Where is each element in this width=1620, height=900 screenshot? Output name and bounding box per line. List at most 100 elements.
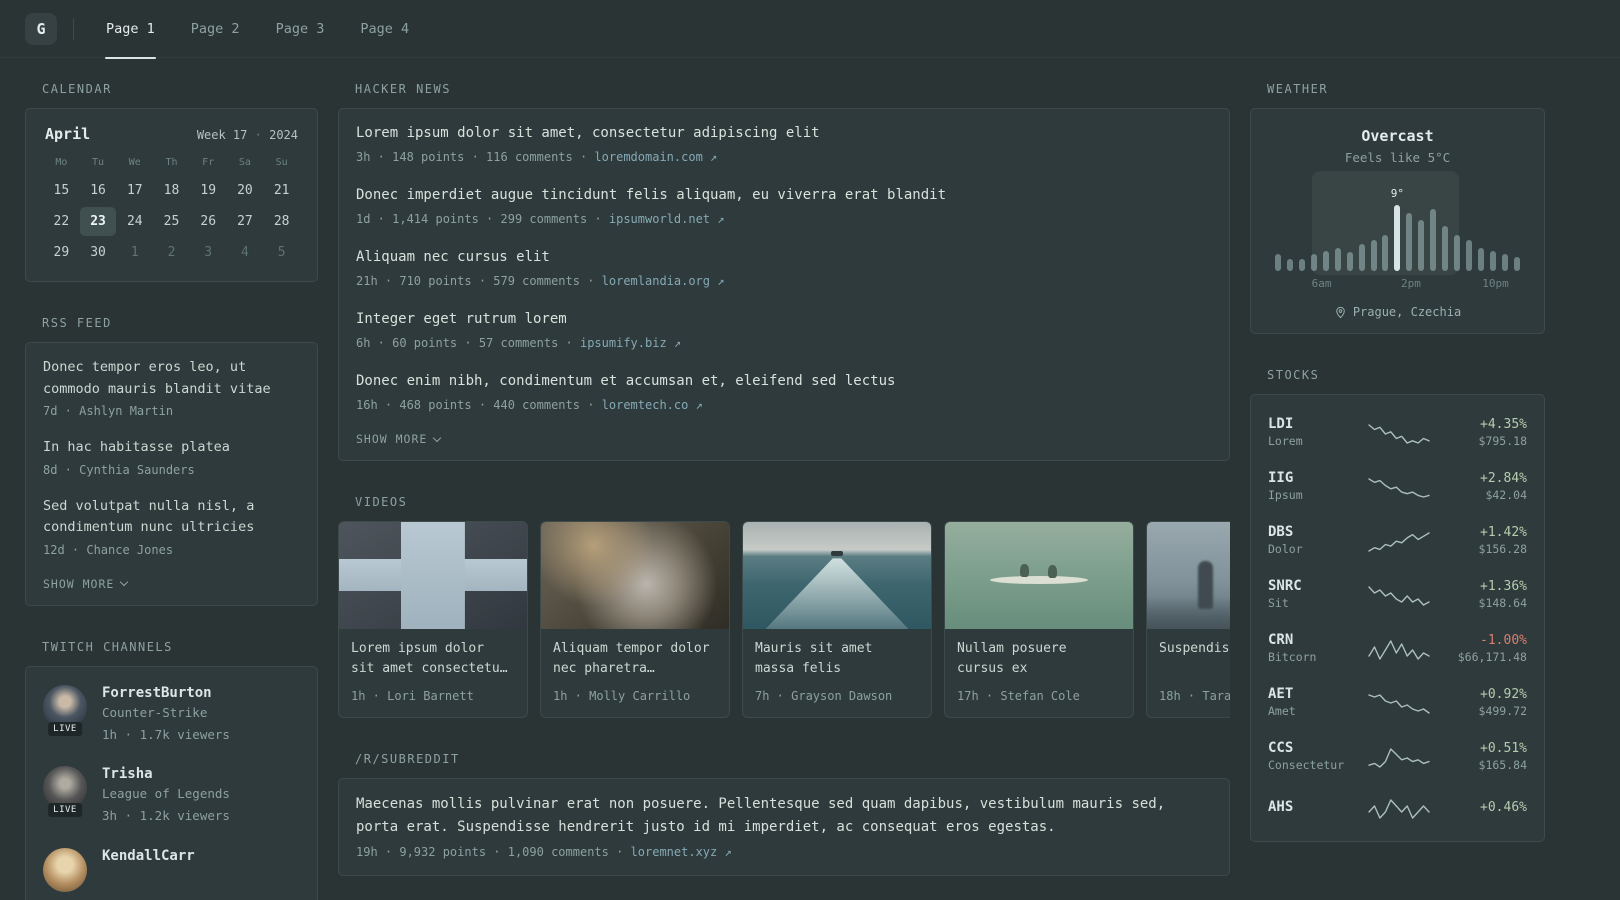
stock-row[interactable]: AHS +0.46% bbox=[1268, 783, 1527, 831]
calendar-day: 2 bbox=[167, 245, 176, 260]
stocks-card: LDI Lorem +4.35% $795.18 IIG Ipsum +2.84% $42.0… bbox=[1250, 394, 1545, 842]
calendar-day: 16 bbox=[90, 183, 106, 198]
hn-item-domain-link[interactable]: loremlandia.org ↗ bbox=[602, 274, 725, 288]
weather-bar bbox=[1501, 253, 1508, 271]
video-card[interactable]: Mauris sit amet massa felis 7h · Grayson … bbox=[742, 521, 932, 718]
hn-item: Aliquam nec cursus elit 21h · 710 points … bbox=[356, 247, 1212, 290]
nav-tab-page-3[interactable]: Page 3 bbox=[262, 0, 339, 58]
twitch-channel-name[interactable]: ForrestBurton bbox=[102, 685, 230, 701]
calendar-month: April bbox=[45, 125, 91, 143]
hn-item-domain-link[interactable]: ipsumify.biz ↗ bbox=[580, 336, 681, 350]
chevron-down-icon bbox=[433, 433, 442, 442]
calendar-widget: CALENDAR April Week 17 · 2024 Mo Tu We Th Fr… bbox=[25, 82, 318, 282]
hn-item-title[interactable]: Aliquam nec cursus elit bbox=[356, 247, 1212, 268]
cross-sky-thumbnail bbox=[339, 522, 527, 629]
video-card[interactable]: Lorem ipsum dolor sit amet consectetu… 1h… bbox=[338, 521, 528, 718]
avatar bbox=[43, 847, 87, 892]
twitch-channel-name[interactable]: KendallCarr bbox=[102, 848, 195, 864]
hn-item-title[interactable]: Lorem ipsum dolor sit amet, consectetur … bbox=[356, 123, 1212, 144]
calendar-day: 22 bbox=[53, 214, 70, 229]
rss-item-meta: 12d · Chance Jones bbox=[43, 542, 174, 557]
subreddit-post-title[interactable]: Maecenas mollis pulvinar erat non posuer… bbox=[356, 793, 1212, 839]
stock-change: +0.51% bbox=[1480, 740, 1527, 756]
nav-tab-page-4[interactable]: Page 4 bbox=[346, 0, 423, 58]
hn-item-title[interactable]: Donec enim nibh, condimentum et accumsan… bbox=[356, 371, 1212, 392]
separator: · bbox=[254, 128, 262, 142]
weather-bar bbox=[1406, 213, 1413, 271]
calendar-day-selected: 23 bbox=[79, 207, 117, 236]
weather-location: Prague, Czechia bbox=[1267, 305, 1528, 319]
hn-item-domain-link[interactable]: loremtech.co ↗ bbox=[602, 398, 703, 412]
hn-item-title[interactable]: Integer eget rutrum lorem bbox=[356, 309, 1212, 330]
twitch-channel: LIVE ForrestBurton Counter-Strike 1h · 1.7k… bbox=[43, 684, 300, 745]
calendar-day: 29 bbox=[53, 245, 70, 260]
calendar-day: 19 bbox=[200, 183, 217, 198]
stock-row[interactable]: CRN Bitcorn -1.00% $66,171.48 bbox=[1268, 621, 1527, 675]
rss-item-title[interactable]: Sed volutpat nulla nisl, a condimentum n… bbox=[43, 496, 300, 539]
middle-column: HACKER NEWS Lorem ipsum dolor sit amet, … bbox=[338, 82, 1230, 900]
rss-item-title[interactable]: In hac habitasse platea bbox=[43, 437, 300, 459]
rss-item-title[interactable]: Donec tempor eros leo, ut commodo mauris… bbox=[43, 357, 300, 400]
top-nav: G Page 1 Page 2 Page 3 Page 4 bbox=[0, 0, 1620, 59]
video-card[interactable]: Suspendisse diam 18h · Tara bbox=[1146, 521, 1230, 718]
calendar-week-year: Week 17 · 2024 bbox=[197, 128, 298, 142]
twitch-channel-name[interactable]: Trisha bbox=[102, 766, 230, 782]
location-pin-icon bbox=[1336, 306, 1345, 318]
video-title: Nullam posuere cursus ex bbox=[957, 641, 1067, 677]
chevron-down-icon bbox=[120, 578, 129, 587]
hn-item-title[interactable]: Donec imperdiet augue tincidunt felis al… bbox=[356, 185, 1212, 206]
stock-row[interactable]: LDI Lorem +4.35% $795.18 bbox=[1268, 405, 1527, 459]
weather-chart: 9° bbox=[1275, 171, 1520, 275]
weather-bar bbox=[1418, 219, 1425, 271]
weather-bar bbox=[1334, 247, 1341, 271]
hackernews-list: Lorem ipsum dolor sit amet, consectetur … bbox=[356, 123, 1212, 414]
subreddit-post: Maecenas mollis pulvinar erat non posuer… bbox=[356, 793, 1212, 861]
nav-divider bbox=[73, 17, 74, 40]
rss-item-meta: 8d · Cynthia Saunders bbox=[43, 462, 195, 477]
calendar-day-header: Fr bbox=[202, 157, 215, 168]
weather-bar bbox=[1454, 235, 1461, 271]
hn-item-domain-link[interactable]: loremdomain.com ↗ bbox=[594, 150, 717, 164]
app-logo[interactable]: G bbox=[25, 12, 57, 45]
rss-show-more-button[interactable]: SHOW MORE bbox=[43, 577, 129, 591]
video-card[interactable]: Aliquam tempor dolor nec pharetra… 1h · M… bbox=[540, 521, 730, 718]
stock-row[interactable]: DBS Dolor +1.42% $156.28 bbox=[1268, 513, 1527, 567]
weather-bar bbox=[1477, 247, 1484, 271]
twitch-card: LIVE ForrestBurton Counter-Strike 1h · 1.7k… bbox=[25, 665, 318, 900]
subreddit-widget: /R/SUBREDDIT Maecenas mollis pulvinar er… bbox=[338, 752, 1230, 877]
subreddit-post-domain-link[interactable]: loremnet.xyz ↗ bbox=[631, 845, 732, 859]
hackernews-show-more-button[interactable]: SHOW MORE bbox=[356, 432, 442, 446]
weather-condition: Overcast bbox=[1361, 127, 1434, 145]
stock-sparkline bbox=[1368, 586, 1430, 606]
nav-tab-page-2[interactable]: Page 2 bbox=[177, 0, 254, 58]
subreddit-card: Maecenas mollis pulvinar erat non posuer… bbox=[338, 778, 1230, 877]
stock-row[interactable]: AET Amet +0.92% $499.72 bbox=[1268, 675, 1527, 729]
nav-tab-page-1[interactable]: Page 1 bbox=[92, 0, 169, 59]
video-meta: 18h · Tara bbox=[1159, 689, 1230, 703]
video-meta: 1h · Lori Barnett bbox=[351, 689, 474, 703]
stock-sparkline bbox=[1368, 424, 1430, 444]
weather-bar bbox=[1382, 235, 1389, 271]
weather-bar: 9° bbox=[1391, 187, 1404, 271]
dashboard: CALENDAR April Week 17 · 2024 Mo Tu We Th Fr… bbox=[0, 58, 1620, 900]
calendar-day-header: Su bbox=[275, 157, 288, 168]
calendar-day-header: We bbox=[128, 157, 141, 168]
hn-item-domain-link[interactable]: ipsumworld.net ↗ bbox=[609, 212, 725, 226]
rss-card: Donec tempor eros leo, ut commodo mauris… bbox=[25, 342, 318, 606]
left-column: CALENDAR April Week 17 · 2024 Mo Tu We Th Fr… bbox=[25, 82, 318, 900]
stock-name: Consectetur bbox=[1268, 758, 1345, 772]
calendar-day-header: Tu bbox=[92, 157, 105, 168]
weather-bar bbox=[1489, 250, 1496, 271]
stock-row[interactable]: SNRC Sit +1.36% $148.64 bbox=[1268, 567, 1527, 621]
nav-tabs: Page 1 Page 2 Page 3 Page 4 bbox=[92, 0, 431, 59]
stock-price: $165.84 bbox=[1478, 757, 1527, 772]
weather-bar bbox=[1298, 258, 1305, 271]
stock-row[interactable]: IIG Ipsum +2.84% $42.04 bbox=[1268, 459, 1527, 513]
stock-price: $42.04 bbox=[1485, 487, 1527, 502]
stock-row[interactable]: CCS Consectetur +0.51% $165.84 bbox=[1268, 729, 1527, 783]
calendar-day: 21 bbox=[273, 183, 290, 198]
show-more-label: SHOW MORE bbox=[356, 432, 428, 446]
stock-sparkline bbox=[1368, 532, 1430, 552]
stock-change: +0.92% bbox=[1480, 686, 1527, 702]
video-card[interactable]: Nullam posuere cursus ex 17h · Stefan Col… bbox=[944, 521, 1134, 718]
